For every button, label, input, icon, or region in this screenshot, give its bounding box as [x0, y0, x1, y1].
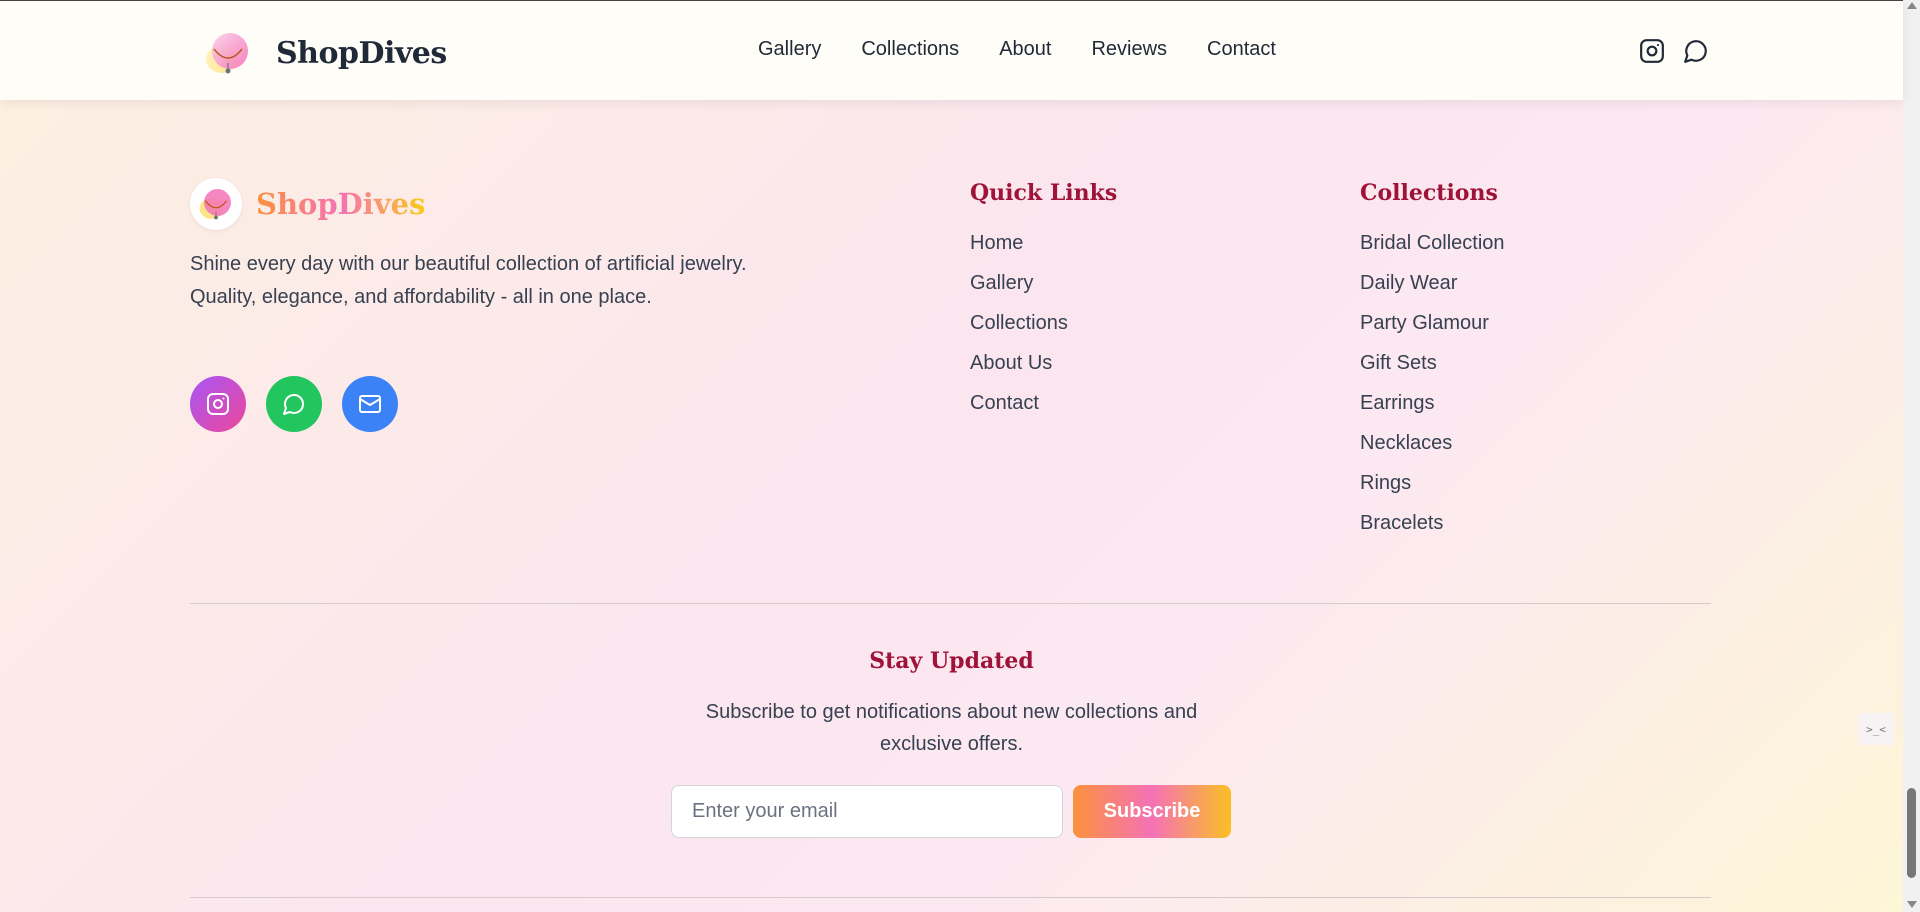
collection-link-bracelets[interactable]: Bracelets — [1360, 508, 1505, 548]
nav-collections[interactable]: Collections — [861, 38, 959, 61]
nav-reviews[interactable]: Reviews — [1091, 38, 1167, 61]
footer-logo — [190, 178, 242, 230]
collection-link-gift-sets[interactable]: Gift Sets — [1360, 348, 1505, 388]
message-circle-icon[interactable] — [1683, 38, 1709, 64]
window-top-border — [0, 0, 1903, 1]
footer-description: Shine every day with our beautiful colle… — [190, 253, 747, 308]
nav-contact[interactable]: Contact — [1207, 38, 1276, 61]
scrollbar-thumb[interactable] — [1907, 788, 1916, 878]
instagram-icon[interactable] — [1639, 38, 1665, 64]
quick-link-home[interactable]: Home — [970, 228, 1117, 268]
subscribe-form: Subscribe — [671, 785, 1231, 838]
quick-link-collections[interactable]: Collections — [970, 308, 1117, 348]
quick-link-about[interactable]: About Us — [970, 348, 1117, 388]
scrollbar[interactable] — [1903, 0, 1920, 912]
site-header: ShopDives Gallery Collections About Revi… — [0, 0, 1903, 100]
footer-brand-name: ShopDives — [256, 187, 426, 221]
newsletter-heading: Stay Updated — [869, 648, 1034, 674]
brand-name: ShopDives — [276, 35, 447, 71]
collections-column: Collections Bridal Collection Daily Wear… — [1360, 180, 1505, 548]
instagram-button[interactable] — [190, 376, 246, 432]
collection-link-necklaces[interactable]: Necklaces — [1360, 428, 1505, 468]
collection-link-party-glamour[interactable]: Party Glamour — [1360, 308, 1505, 348]
floating-chat-widget[interactable]: >_< — [1858, 713, 1894, 745]
code-icon: >_< — [1866, 722, 1886, 736]
email-button[interactable] — [342, 376, 398, 432]
email-input[interactable] — [671, 785, 1063, 838]
footer-brand: ShopDives — [190, 178, 425, 230]
instagram-icon — [207, 393, 229, 415]
brand[interactable]: ShopDives — [200, 25, 447, 81]
collection-link-earrings[interactable]: Earrings — [1360, 388, 1505, 428]
whatsapp-icon — [283, 394, 304, 415]
newsletter-text: Subscribe to get notifications about new… — [705, 701, 1198, 755]
scroll-down-arrow-icon[interactable] — [1907, 901, 1917, 908]
collection-link-bridal[interactable]: Bridal Collection — [1360, 228, 1505, 268]
collection-link-daily-wear[interactable]: Daily Wear — [1360, 268, 1505, 308]
collections-heading: Collections — [1360, 180, 1498, 206]
quick-links-column: Quick Links Home Gallery Collections Abo… — [970, 180, 1117, 428]
scroll-up-arrow-icon[interactable] — [1907, 2, 1917, 9]
main-nav: Gallery Collections About Reviews Contac… — [758, 38, 1276, 61]
nav-gallery[interactable]: Gallery — [758, 38, 821, 61]
footer-divider — [190, 603, 1711, 604]
newsletter-section: Stay Updated Subscribe to get notificati… — [0, 648, 1903, 760]
nav-about[interactable]: About — [999, 38, 1051, 61]
quick-links-heading: Quick Links — [970, 180, 1118, 206]
jewelry-logo-icon — [199, 189, 231, 220]
quick-link-contact[interactable]: Contact — [970, 388, 1117, 428]
subscribe-button[interactable]: Subscribe — [1073, 785, 1231, 838]
quick-link-gallery[interactable]: Gallery — [970, 268, 1117, 308]
jewelry-logo-icon — [206, 33, 248, 74]
header-icons — [1639, 38, 1709, 64]
social-links — [190, 376, 398, 432]
mail-icon — [359, 395, 381, 413]
footer-divider-bottom — [190, 897, 1711, 898]
whatsapp-button[interactable] — [266, 376, 322, 432]
collection-link-rings[interactable]: Rings — [1360, 468, 1505, 508]
